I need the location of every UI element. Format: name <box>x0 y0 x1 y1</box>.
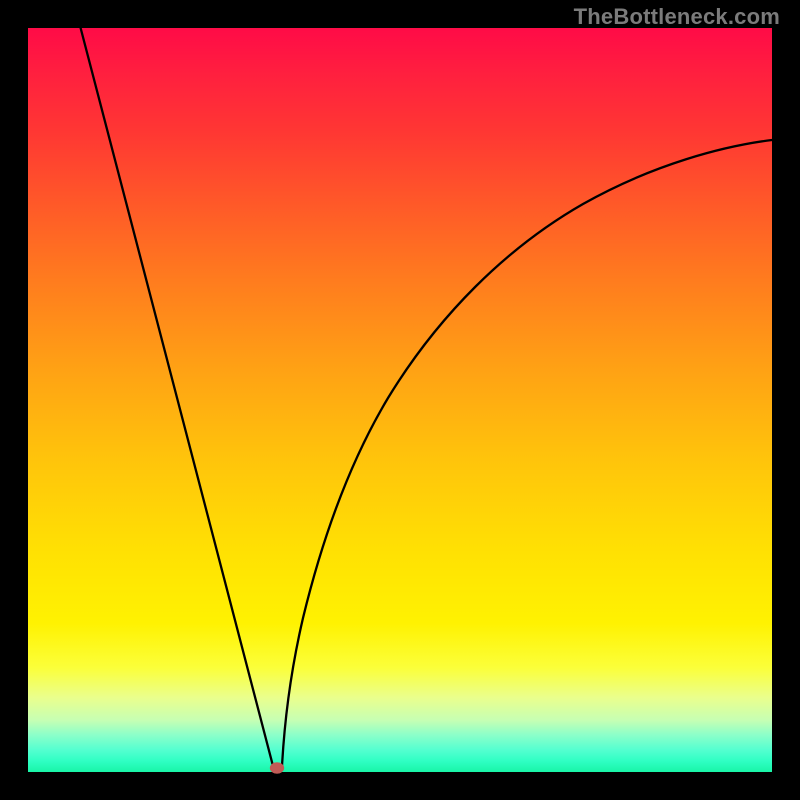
min-marker <box>270 763 284 774</box>
chart-container: TheBottleneck.com <box>0 0 800 800</box>
curve-right <box>282 140 772 766</box>
watermark-text: TheBottleneck.com <box>574 4 780 30</box>
plot-area <box>28 28 772 772</box>
curve-left <box>78 18 273 766</box>
curve-svg <box>28 28 772 772</box>
